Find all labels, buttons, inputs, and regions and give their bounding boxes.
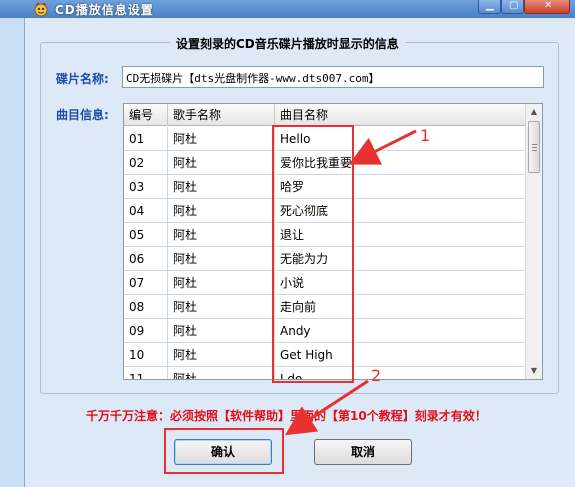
scroll-up-icon[interactable]: ▲ (526, 104, 542, 120)
table-row[interactable]: 07 阿杜 小说 (124, 271, 527, 295)
track-number-cell[interactable]: 07 (124, 271, 168, 295)
track-title-cell[interactable]: Get High (275, 343, 527, 367)
artist-cell[interactable]: 阿杜 (168, 151, 275, 175)
maximize-button[interactable]: ▢ (501, 0, 524, 14)
annotation-label-2: 2 (371, 366, 382, 385)
minimize-button[interactable]: ▁ (478, 0, 501, 14)
confirm-button[interactable]: 确认 (174, 439, 272, 465)
track-number-cell[interactable]: 06 (124, 247, 168, 271)
table-row[interactable]: 06 阿杜 无能为力 (124, 247, 527, 271)
track-title-cell[interactable]: 死心彻底 (275, 199, 527, 223)
table-row[interactable]: 10 阿杜 Get High (124, 343, 527, 367)
table-row[interactable]: 09 阿杜 Andy (124, 319, 527, 343)
artist-cell[interactable]: 阿杜 (168, 367, 275, 379)
track-title-cell[interactable]: 无能为力 (275, 247, 527, 271)
artist-cell[interactable]: 阿杜 (168, 223, 275, 247)
artist-cell[interactable]: 阿杜 (168, 343, 275, 367)
track-title-cell[interactable]: I do (275, 367, 527, 379)
track-table[interactable]: 编号 歌手名称 曲目名称 01 阿杜 Hello 02 阿杜 爱你比我重要 03 阿杜 哈罗 04… (123, 103, 543, 380)
table-row[interactable]: 01 阿杜 Hello (124, 127, 527, 151)
table-body: 01 阿杜 Hello 02 阿杜 爱你比我重要 03 阿杜 哈罗 04 阿杜 死心彻底 05 阿杜 退让 0… (124, 127, 527, 379)
track-number-cell[interactable]: 01 (124, 127, 168, 151)
column-header-no[interactable]: 编号 (124, 104, 168, 126)
cancel-button[interactable]: 取消 (314, 439, 412, 465)
track-number-cell[interactable]: 09 (124, 319, 168, 343)
dialog-window: CD播放信息设置 ▁ ▢ ✕ 设置刻录的CD音乐碟片播放时显示的信息 碟片名称:… (0, 0, 575, 487)
track-number-cell[interactable]: 11 (124, 367, 168, 379)
track-title-cell[interactable]: Hello (275, 127, 527, 151)
track-title-cell[interactable]: 哈罗 (275, 175, 527, 199)
disc-name-input[interactable]: CD无损碟片【dts光盘制作器-www.dts007.com】 (122, 66, 544, 88)
artist-cell[interactable]: 阿杜 (168, 271, 275, 295)
artist-cell[interactable]: 阿杜 (168, 295, 275, 319)
column-header-title[interactable]: 曲目名称 (275, 104, 527, 126)
window-title: CD播放信息设置 (55, 3, 154, 17)
artist-cell[interactable]: 阿杜 (168, 199, 275, 223)
track-number-cell[interactable]: 03 (124, 175, 168, 199)
artist-cell[interactable]: 阿杜 (168, 175, 275, 199)
track-title-cell[interactable]: Andy (275, 319, 527, 343)
table-row[interactable]: 11 阿杜 I do (124, 367, 527, 379)
scroll-thumb[interactable] (528, 121, 540, 173)
track-title-cell[interactable]: 走向前 (275, 295, 527, 319)
track-title-cell[interactable]: 爱你比我重要 (275, 151, 527, 175)
table-row[interactable]: 04 阿杜 死心彻底 (124, 199, 527, 223)
warning-text: 千万千万注意：必须按照【软件帮助】里面的【第10个教程】刻录才有效！ (86, 409, 487, 423)
app-icon (34, 2, 48, 17)
track-number-cell[interactable]: 10 (124, 343, 168, 367)
table-row[interactable]: 02 阿杜 爱你比我重要 (124, 151, 527, 175)
track-info-label: 曲目信息: (56, 108, 109, 122)
vertical-scrollbar[interactable]: ▲ ▼ (525, 104, 542, 379)
disc-name-label: 碟片名称: (56, 72, 109, 86)
title-bar[interactable]: CD播放信息设置 ▁ ▢ ✕ (0, 0, 575, 18)
track-title-cell[interactable]: 小说 (275, 271, 527, 295)
table-row[interactable]: 03 阿杜 哈罗 (124, 175, 527, 199)
group-title: 设置刻录的CD音乐碟片播放时显示的信息 (170, 35, 405, 52)
artist-cell[interactable]: 阿杜 (168, 127, 275, 151)
artist-cell[interactable]: 阿杜 (168, 247, 275, 271)
annotation-label-1: 1 (420, 126, 431, 145)
track-number-cell[interactable]: 08 (124, 295, 168, 319)
table-row[interactable]: 08 阿杜 走向前 (124, 295, 527, 319)
track-number-cell[interactable]: 02 (124, 151, 168, 175)
close-button[interactable]: ✕ (524, 0, 570, 14)
column-header-artist[interactable]: 歌手名称 (168, 104, 275, 126)
track-number-cell[interactable]: 05 (124, 223, 168, 247)
table-header: 编号 歌手名称 曲目名称 (124, 104, 527, 126)
track-number-cell[interactable]: 04 (124, 199, 168, 223)
artist-cell[interactable]: 阿杜 (168, 319, 275, 343)
scroll-down-icon[interactable]: ▼ (526, 363, 542, 379)
table-row[interactable]: 05 阿杜 退让 (124, 223, 527, 247)
track-title-cell[interactable]: 退让 (275, 223, 527, 247)
